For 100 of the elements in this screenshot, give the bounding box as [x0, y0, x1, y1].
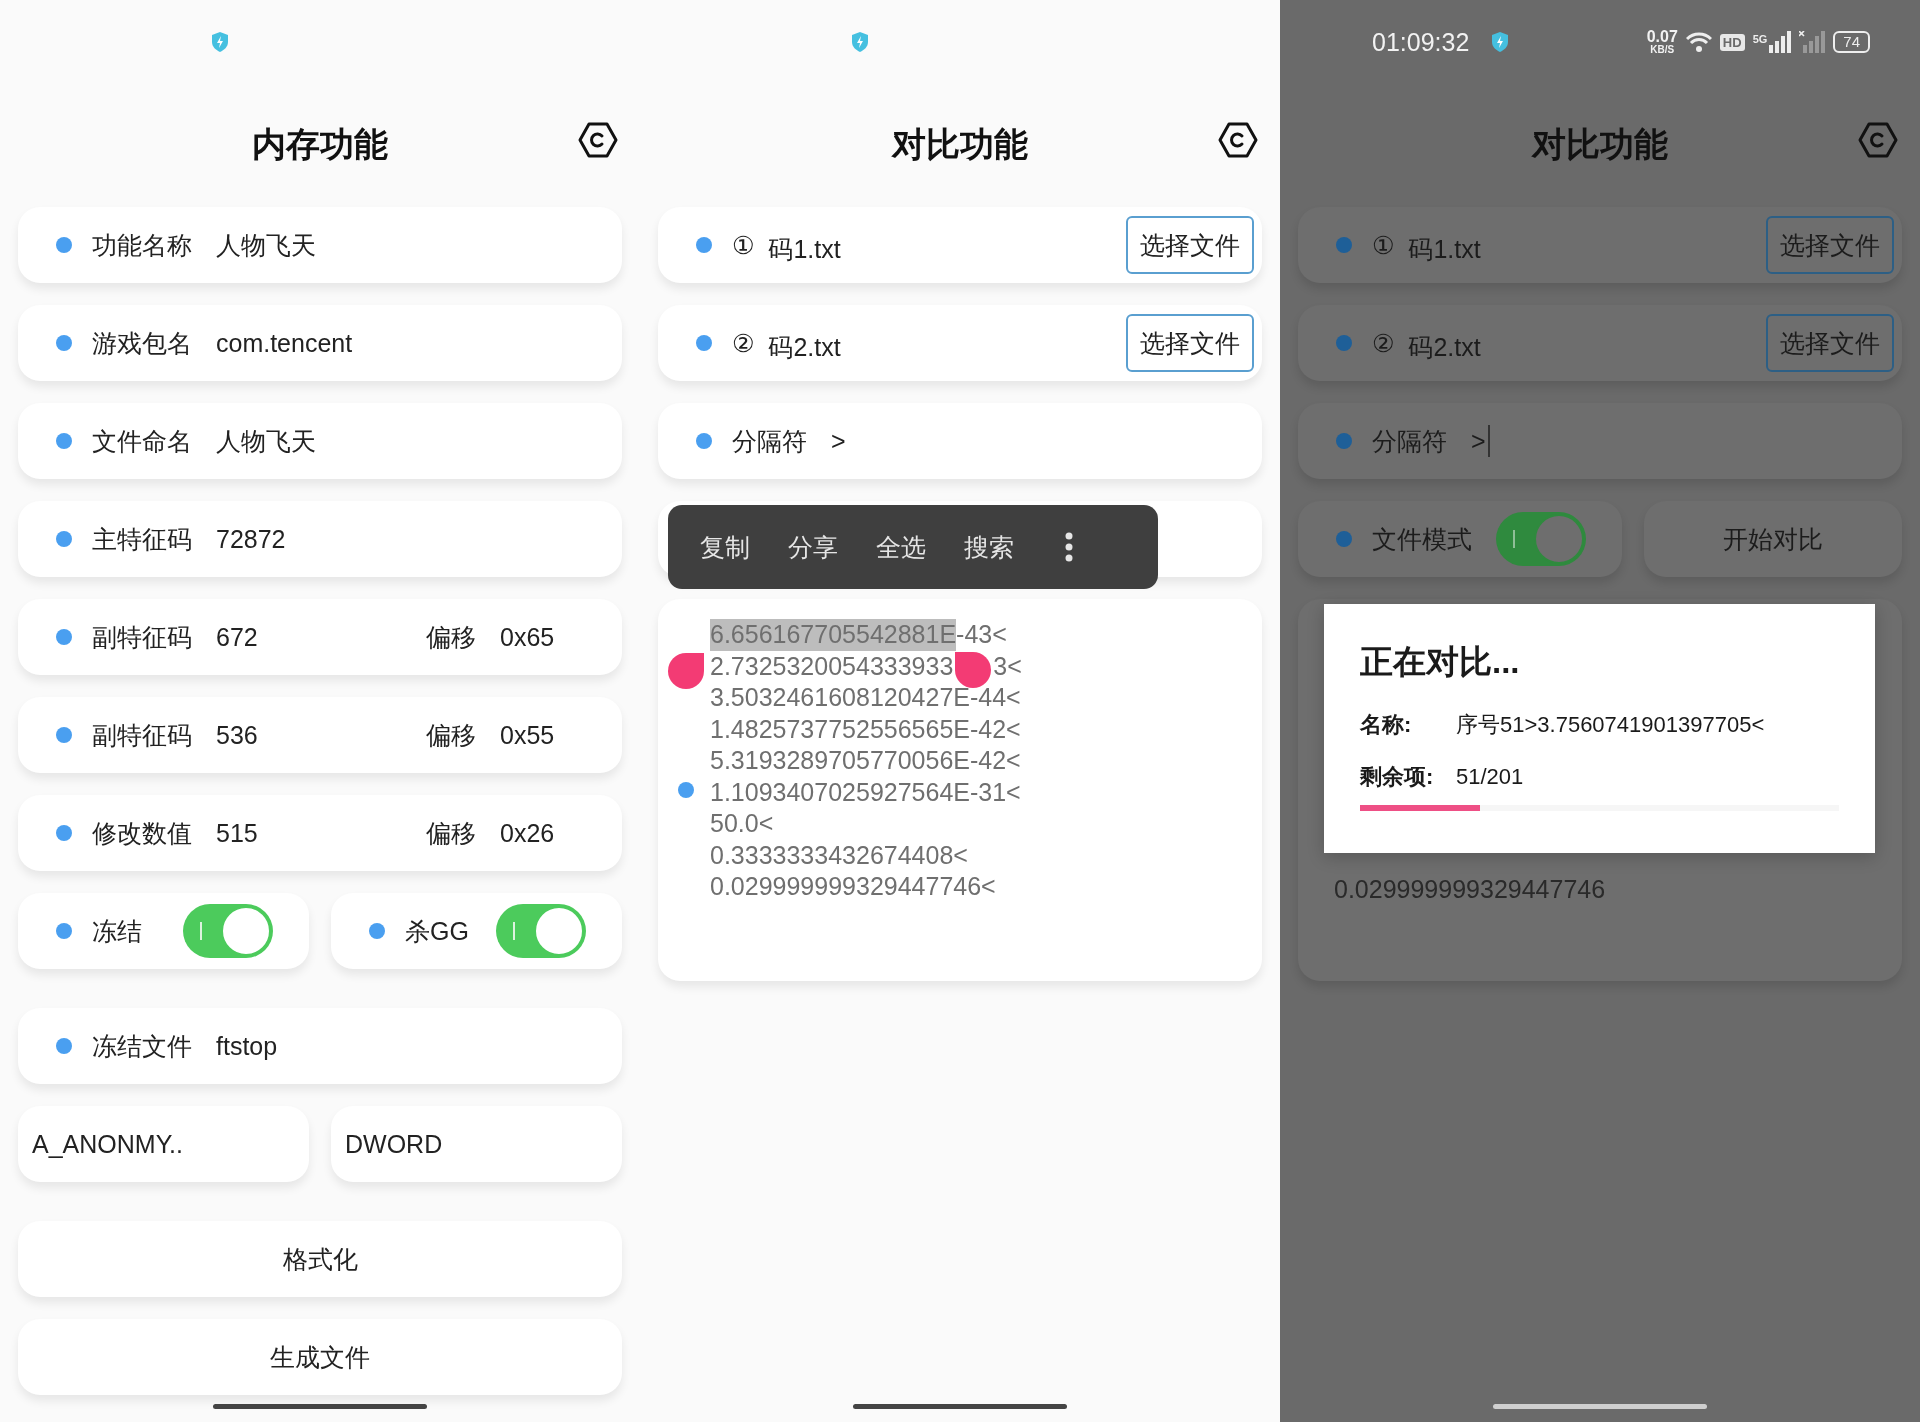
field-card[interactable]: 文件命名 人物飞天 — [18, 403, 622, 479]
field-value: 人物飞天 — [216, 425, 316, 457]
action-button[interactable]: 生成文件 — [18, 1319, 622, 1395]
output-text: 5.3193289705770056E-42< — [710, 745, 1021, 776]
choose-file-button[interactable]: 选择文件 — [1126, 314, 1254, 372]
file-name: 码2.txt — [1408, 331, 1482, 363]
settings-icon[interactable] — [578, 122, 618, 158]
circled-number: ① — [732, 230, 755, 260]
field-card[interactable]: 修改数值 515 偏移 0x26 — [18, 795, 622, 871]
shield-icon — [1490, 31, 1510, 53]
page-title: 对比功能 — [892, 124, 1028, 165]
toggle-label: 文件模式 — [1372, 523, 1472, 555]
selection-handle[interactable] — [668, 652, 704, 689]
field-label: 分隔符 — [732, 425, 807, 457]
select-field[interactable]: DWORD — [331, 1106, 622, 1182]
bullet-dot-icon — [678, 782, 694, 798]
bullet-dot-icon — [1336, 531, 1352, 547]
wifi-icon — [1685, 32, 1712, 52]
bullet-dot-icon — [1336, 237, 1352, 253]
menu-item[interactable]: 分享 — [788, 530, 838, 564]
field-label: 文件命名 — [92, 425, 192, 457]
output-text: 2.7325320054333933 — [710, 650, 954, 682]
bullet-dot-icon — [56, 1038, 72, 1054]
bullet-dot-icon — [56, 335, 72, 351]
field-value: > — [1471, 426, 1486, 456]
output-text: -43< — [956, 619, 1007, 650]
file-name: 码1.txt — [1408, 233, 1482, 265]
bullet-dot-icon — [56, 237, 72, 253]
bullet-dot-icon — [56, 727, 72, 743]
action-button[interactable]: 格式化 — [18, 1221, 622, 1297]
page-title: 对比功能 — [1532, 124, 1668, 165]
bullet-dot-icon — [696, 433, 712, 449]
dialog-label: 剩余项: — [1360, 763, 1435, 791]
field-value: > — [831, 426, 846, 456]
bullet-dot-icon — [696, 237, 712, 253]
bullet-dot-icon — [1336, 335, 1352, 351]
field-label: 冻结文件 — [92, 1030, 192, 1062]
field-value: com.tencent — [216, 328, 353, 358]
bullet-dot-icon — [56, 825, 72, 841]
dialog-label: 名称: — [1360, 711, 1413, 739]
field-card[interactable]: 冻结文件 ftstop — [18, 1008, 622, 1084]
bullet-dot-icon — [56, 629, 72, 645]
clock-time: 01:09:32 — [1372, 27, 1470, 57]
offset-value: 0x26 — [500, 818, 556, 848]
dialog-value: 序号51>3.7560741901397705< — [1456, 711, 1765, 739]
choose-file-button[interactable]: 选择文件 — [1126, 216, 1254, 274]
file-name: 码2.txt — [768, 331, 842, 363]
offset-label: 偏移 — [426, 817, 476, 849]
field-card[interactable]: 游戏包名 com.tencent — [18, 305, 622, 381]
field-label: 副特征码 — [92, 719, 192, 751]
field-card[interactable]: 副特征码 536 偏移 0x55 — [18, 697, 622, 773]
field-label: 修改数值 — [92, 817, 192, 849]
output-text: 3< — [993, 650, 1022, 682]
field-value: 536 — [216, 720, 258, 750]
circled-number: ② — [732, 328, 755, 358]
page-title: 内存功能 — [252, 124, 388, 165]
field-value: 672 — [216, 622, 258, 652]
output-text: 0.029999999329447746 — [1334, 873, 1606, 905]
field-card[interactable]: 分隔符 > — [658, 403, 1262, 479]
field-card[interactable]: 功能名称 人物飞天 — [18, 207, 622, 283]
file-name: 码1.txt — [768, 233, 842, 265]
field-label: 分隔符 — [1372, 425, 1447, 457]
output-text: 0.029999999329447746< — [710, 871, 996, 902]
toggle-switch[interactable] — [496, 904, 586, 958]
output-text: 0.3333333432674408< — [710, 839, 968, 871]
toggle-label: 冻结 — [92, 915, 142, 947]
menu-item[interactable]: 搜索 — [964, 530, 1014, 564]
toggle-switch[interactable] — [183, 904, 273, 958]
more-icon[interactable] — [1064, 532, 1074, 562]
select-field[interactable]: A_ANONMY.. — [18, 1106, 309, 1182]
network-type: 5G — [1752, 33, 1768, 45]
field-card[interactable]: 主特征码 72872 — [18, 501, 622, 577]
selection-handle[interactable] — [955, 652, 992, 689]
field-value: 515 — [216, 818, 258, 848]
no-signal-icon — [1799, 31, 1826, 53]
battery-level: 74 — [1833, 30, 1870, 54]
toggle-label: 杀GG — [405, 915, 469, 947]
offset-value: 0x65 — [500, 622, 556, 652]
bullet-dot-icon — [56, 531, 72, 547]
selected-text: 6.656167705542881E — [710, 619, 957, 651]
offset-label: 偏移 — [426, 719, 476, 751]
output-text: 1.4825737752556565E-42< — [710, 713, 1021, 745]
menu-item[interactable]: 复制 — [700, 530, 750, 564]
bullet-dot-icon — [56, 433, 72, 449]
offset-label: 偏移 — [426, 621, 476, 653]
field-value: 人物飞天 — [216, 229, 316, 261]
field-label: 主特征码 — [92, 523, 192, 555]
menu-item[interactable]: 全选 — [876, 530, 926, 564]
offset-value: 0x55 — [500, 720, 556, 750]
output-text: 3.5032461608120427E-44< — [710, 682, 1021, 713]
field-value: 72872 — [216, 524, 286, 554]
circled-number: ② — [1372, 328, 1395, 358]
field-label: 功能名称 — [92, 229, 192, 261]
field-card[interactable]: 副特征码 672 偏移 0x65 — [18, 599, 622, 675]
dialog-title: 正在对比... — [1360, 642, 1521, 682]
shield-icon — [850, 31, 870, 53]
toggle-switch[interactable] — [1496, 512, 1586, 566]
network-speed: 0.07 KB/S — [1646, 29, 1678, 55]
field-label: 游戏包名 — [92, 327, 192, 359]
settings-icon[interactable] — [1218, 122, 1258, 158]
